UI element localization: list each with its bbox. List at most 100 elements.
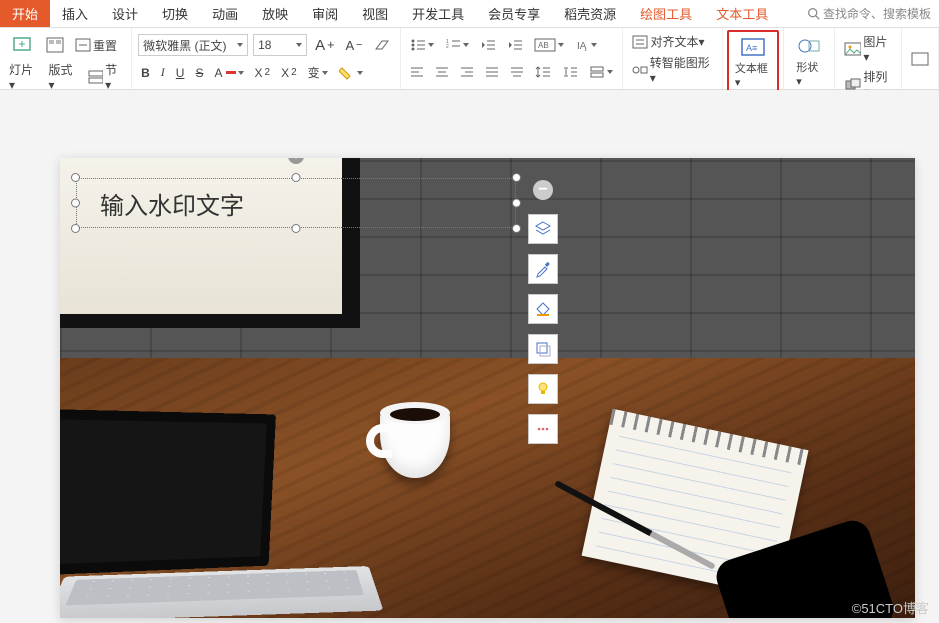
layout-dropdown[interactable]: 版式▾ xyxy=(45,59,79,94)
italic-btn[interactable]: I xyxy=(158,63,168,82)
picture-btn[interactable]: 图片▾ xyxy=(841,31,895,66)
align-right-icon xyxy=(460,66,474,78)
eraser-icon xyxy=(373,37,391,53)
highlight-icon xyxy=(339,66,355,80)
align-left-btn[interactable] xyxy=(407,64,427,80)
bold-btn[interactable]: B xyxy=(138,64,153,82)
eyedropper-btn[interactable] xyxy=(528,254,558,284)
tab-insert[interactable]: 插入 xyxy=(50,0,100,27)
shadow-btn[interactable] xyxy=(528,334,558,364)
bullets-btn[interactable] xyxy=(407,36,437,54)
resize-handle-bl[interactable] xyxy=(71,224,80,233)
picture-icon xyxy=(844,42,861,56)
indent-dec-icon xyxy=(480,38,496,52)
smartart-btn[interactable]: 转智能图形▾ xyxy=(629,52,715,87)
ribbon: 重置 灯片▾ 版式▾ 节▾ 微软雅黑 (正文) 18 A+ A− B I U S… xyxy=(0,28,939,90)
align-dist-icon xyxy=(510,66,524,78)
textbox-abc-btn[interactable]: AB xyxy=(531,36,567,54)
para-spacing-btn[interactable] xyxy=(586,63,616,81)
reset-icon xyxy=(75,37,91,53)
numbering-btn[interactable]: 12 xyxy=(442,36,472,54)
tab-text-tools[interactable]: 文本工具 xyxy=(704,0,780,27)
more-btn[interactable] xyxy=(528,414,558,444)
slide[interactable]: ↻ 输入水印文字 − xyxy=(60,158,915,618)
line-spacing-btn[interactable] xyxy=(532,63,554,81)
textbox-button[interactable]: A≡ 文本框▾ xyxy=(727,30,779,95)
textbox-placeholder[interactable]: 输入水印文字 xyxy=(100,186,244,221)
layers-btn[interactable] xyxy=(528,214,558,244)
clear-format-btn[interactable] xyxy=(370,35,394,55)
page-watermark: ©51CTO博客 xyxy=(852,598,929,617)
highlight-btn[interactable] xyxy=(336,64,366,82)
tab-animation[interactable]: 动画 xyxy=(200,0,250,27)
slide-canvas[interactable]: ↻ 输入水印文字 − xyxy=(0,90,939,623)
align-text-btn[interactable]: 对齐文本▾ xyxy=(629,31,707,52)
smartart-icon xyxy=(632,63,647,77)
indent-dec-btn[interactable] xyxy=(477,36,499,54)
tab-design[interactable]: 设计 xyxy=(100,0,150,27)
svg-text:IĄ: IĄ xyxy=(577,41,587,52)
lightbulb-btn[interactable] xyxy=(528,374,558,404)
underline-btn[interactable]: U xyxy=(173,64,188,82)
fill-btn[interactable] xyxy=(528,294,558,324)
font-size-select[interactable]: 18 xyxy=(253,34,307,56)
shrink-font-btn[interactable]: A− xyxy=(342,36,365,55)
tab-transition[interactable]: 切换 xyxy=(150,0,200,27)
resize-handle-lm[interactable] xyxy=(71,199,80,208)
slides-dropdown[interactable]: 灯片▾ xyxy=(6,59,40,94)
resize-handle-tm[interactable] xyxy=(292,173,301,182)
svg-text:A≡: A≡ xyxy=(746,43,757,53)
lightbulb-icon xyxy=(534,380,552,398)
search-box[interactable]: 查找命令、搜索模板 xyxy=(807,5,939,22)
align-center-btn[interactable] xyxy=(432,64,452,80)
resize-handle-tr[interactable] xyxy=(512,173,521,182)
align-right-btn[interactable] xyxy=(457,64,477,80)
group-overflow xyxy=(902,28,939,89)
shapes-icon xyxy=(796,35,822,57)
subscript-btn[interactable]: X2 xyxy=(278,64,300,82)
align-justify-icon xyxy=(485,66,499,78)
font-name-select[interactable]: 微软雅黑 (正文) xyxy=(138,34,248,56)
align-dist-btn[interactable] xyxy=(507,64,527,80)
shape-button[interactable]: 形状▾ xyxy=(790,31,828,92)
phonetic-btn[interactable]: 变 xyxy=(305,62,331,83)
resize-handle-bm[interactable] xyxy=(292,224,301,233)
text-dir-icon: IĄ xyxy=(575,38,589,52)
grow-font-btn[interactable]: A+ xyxy=(312,35,337,56)
align-justify-btn[interactable] xyxy=(482,64,502,80)
tab-docer[interactable]: 稻壳资源 xyxy=(552,0,628,27)
resize-handle-br[interactable] xyxy=(512,224,521,233)
tab-home[interactable]: 开始 xyxy=(0,0,50,27)
watermark-textbox[interactable]: ↻ 输入水印文字 xyxy=(76,178,516,228)
resize-handle-tl[interactable] xyxy=(71,173,80,182)
font-color-btn[interactable]: A xyxy=(211,64,246,82)
tab-slideshow[interactable]: 放映 xyxy=(250,0,300,27)
superscript-btn[interactable]: X2 xyxy=(252,64,274,82)
resize-handle-rm[interactable] xyxy=(512,199,521,208)
indent-inc-btn[interactable] xyxy=(504,36,526,54)
overflow-btn[interactable] xyxy=(908,50,932,68)
strike-btn[interactable]: S xyxy=(192,64,206,82)
bullets-icon xyxy=(410,38,426,52)
line-spacing2-btn[interactable] xyxy=(559,63,581,81)
svg-text:AB: AB xyxy=(538,41,549,50)
tab-review[interactable]: 审阅 xyxy=(300,0,350,27)
reset-btn[interactable]: 重置 xyxy=(72,35,120,56)
tab-view[interactable]: 视图 xyxy=(350,0,400,27)
more-icon xyxy=(534,420,552,438)
group-paragraph: 12 AB IĄ xyxy=(401,28,623,89)
para-spacing-icon xyxy=(589,65,605,79)
layers-icon xyxy=(534,220,552,238)
line-spacing-icon xyxy=(535,65,551,79)
text-direction-btn[interactable]: IĄ xyxy=(572,36,600,54)
section-btn[interactable]: 节▾ xyxy=(85,59,125,94)
new-slide-button[interactable] xyxy=(6,31,38,59)
layout-icon xyxy=(46,37,64,53)
group-font: 微软雅黑 (正文) 18 A+ A− B I U S A X2 X2 变 xyxy=(132,28,401,89)
layout-btn[interactable] xyxy=(43,35,67,55)
collapse-toolbar-btn[interactable]: − xyxy=(533,180,553,200)
tab-devtools[interactable]: 开发工具 xyxy=(400,0,476,27)
tab-drawing-tools[interactable]: 绘图工具 xyxy=(628,0,704,27)
align-left-icon xyxy=(410,66,424,78)
tab-member[interactable]: 会员专享 xyxy=(476,0,552,27)
